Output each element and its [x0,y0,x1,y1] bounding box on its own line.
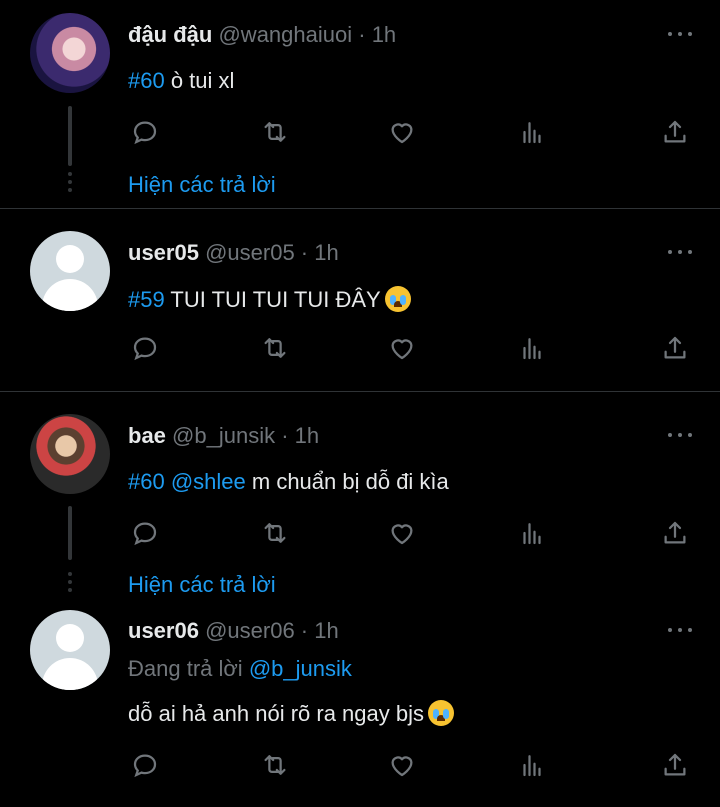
share-icon[interactable] [660,117,690,147]
timestamp[interactable]: 1h [295,423,319,448]
more-icon[interactable] [668,30,692,38]
action-bar [128,750,694,780]
display-name[interactable]: user05 [128,240,199,265]
reply-icon[interactable] [130,117,160,147]
more-icon[interactable] [668,248,692,256]
display-name[interactable]: đậu đậu [128,22,212,47]
timestamp[interactable]: 1h [372,22,396,47]
display-name[interactable]: user06 [128,618,199,643]
thread-dots [68,172,72,196]
reply-icon[interactable] [130,333,160,363]
action-bar [128,518,694,548]
crying-emoji [384,286,411,312]
tweet-4[interactable]: user06 @user06 · 1h Đang trả lời @b_juns… [0,602,720,807]
action-bar [128,333,694,363]
avatar[interactable] [30,231,110,311]
avatar[interactable] [30,414,110,494]
crying-emoji [427,700,454,726]
tweet-1[interactable]: đậu đậu @wanghaiuoi · 1h #60 ò tui xl Hi… [0,0,720,208]
like-icon[interactable] [387,117,417,147]
replying-to-label: Đang trả lời [128,656,249,681]
hashtag[interactable]: #60 [128,68,165,93]
action-bar [128,117,694,147]
more-icon[interactable] [668,431,692,439]
analytics-icon[interactable] [517,750,547,780]
reply-icon[interactable] [130,518,160,548]
tweet-text: #60 ò tui xl [128,68,234,94]
tweet-header: bae @b_junsik · 1h [128,423,319,449]
avatar[interactable] [30,13,110,93]
timestamp[interactable]: 1h [314,240,338,265]
tweet-body: ò tui xl [164,68,235,93]
separator: · [275,423,295,448]
show-replies-link[interactable]: Hiện các trả lời [128,572,276,598]
user-handle[interactable]: @user05 [205,240,295,265]
show-replies-link[interactable]: Hiện các trả lời [128,172,276,198]
reply-icon[interactable] [130,750,160,780]
like-icon[interactable] [387,518,417,548]
tweet-text: #60 @shlee m chuẩn bị dỗ đi kìa [128,469,449,495]
share-icon[interactable] [660,750,690,780]
analytics-icon[interactable] [517,518,547,548]
like-icon[interactable] [387,750,417,780]
analytics-icon[interactable] [517,333,547,363]
replying-to: Đang trả lời @b_junsik [128,656,352,682]
tweet-2[interactable]: user05 @user05 · 1h #59 TUI TUI TUI TUI … [0,209,720,391]
tweet-header: user06 @user06 · 1h [128,618,339,644]
more-icon[interactable] [668,626,692,634]
replying-to-handle[interactable]: @b_junsik [249,656,352,681]
thread-dots [68,572,72,596]
retweet-icon[interactable] [260,750,290,780]
separator: · [294,240,315,265]
timestamp[interactable]: 1h [314,618,338,643]
separator: · [294,618,315,643]
share-icon[interactable] [660,333,690,363]
tweet-header: đậu đậu @wanghaiuoi · 1h [128,22,396,48]
user-handle[interactable]: @user06 [205,618,295,643]
tweet-text: #59 TUI TUI TUI TUI ĐÂY [128,286,411,313]
tweet-text: dỗ ai hả anh nói rõ ra ngay bjs [128,700,454,727]
thread-line [68,106,72,166]
tweet-body: m chuẩn bị dỗ đi kìa [245,469,449,494]
share-icon[interactable] [660,518,690,548]
retweet-icon[interactable] [260,518,290,548]
tweet-3[interactable]: bae @b_junsik · 1h #60 @shlee m chuẩn bị… [0,392,720,602]
hashtag[interactable]: #60 [128,469,165,494]
tweet-body: dỗ ai hả anh nói rõ ra ngay bjs [128,701,424,726]
avatar[interactable] [30,610,110,690]
thread-line [68,506,72,560]
analytics-icon[interactable] [517,117,547,147]
retweet-icon[interactable] [260,333,290,363]
mention[interactable]: @shlee [165,469,246,494]
user-handle[interactable]: @wanghaiuoi [218,22,352,47]
tweet-header: user05 @user05 · 1h [128,240,339,266]
display-name[interactable]: bae [128,423,166,448]
retweet-icon[interactable] [260,117,290,147]
like-icon[interactable] [387,333,417,363]
hashtag[interactable]: #59 [128,287,165,312]
separator: · [352,22,372,47]
tweet-body: TUI TUI TUI TUI ĐÂY [164,287,381,312]
user-handle[interactable]: @b_junsik [172,423,275,448]
